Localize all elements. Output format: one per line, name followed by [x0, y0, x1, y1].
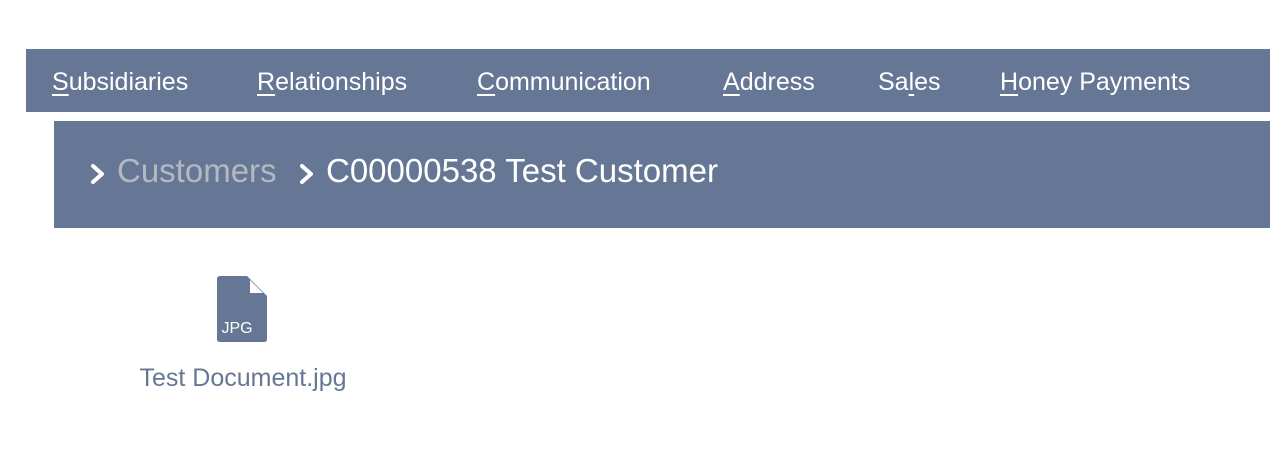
tab-prefix: Sa — [878, 68, 909, 96]
breadcrumb-customers-link[interactable]: Customers — [117, 149, 277, 193]
tab-hotkey: A — [723, 68, 740, 96]
tab-address[interactable]: Address — [723, 49, 815, 112]
tab-hotkey: S — [52, 68, 69, 96]
tab-subsidiaries[interactable]: Subsidiaries — [52, 49, 188, 112]
tab-suffix: ubsidiaries — [68, 68, 189, 96]
tab-suffix: oney Payments — [1018, 68, 1191, 96]
file-item[interactable]: JPG Test Document.jpg — [110, 274, 376, 404]
tab-sales[interactable]: Sales — [878, 49, 941, 112]
tab-suffix: elationships — [275, 68, 408, 96]
chevron-right-icon — [300, 164, 313, 184]
tab-hotkey: C — [477, 68, 496, 96]
tab-relationships[interactable]: Relationships — [257, 49, 407, 112]
breadcrumb: Customers C00000538 Test Customer — [54, 121, 1270, 228]
tab-hotkey: R — [257, 68, 276, 96]
tab-communication[interactable]: Communication — [477, 49, 651, 112]
breadcrumb-current: C00000538 Test Customer — [326, 152, 718, 189]
tab-suffix: ddress — [739, 68, 815, 96]
tab-suffix: ommunication — [495, 68, 651, 96]
chevron-right-icon — [91, 164, 104, 184]
tab-honey-payments[interactable]: Honey Payments — [1000, 49, 1190, 112]
jpg-file-icon: JPG — [217, 276, 267, 342]
tab-hotkey: H — [1000, 68, 1019, 96]
tab-bar: Subsidiaries Relationships Communication… — [26, 49, 1270, 112]
file-name: Test Document.jpg — [139, 364, 347, 392]
file-type-label: JPG — [221, 320, 252, 337]
tab-suffix: es — [914, 68, 941, 96]
